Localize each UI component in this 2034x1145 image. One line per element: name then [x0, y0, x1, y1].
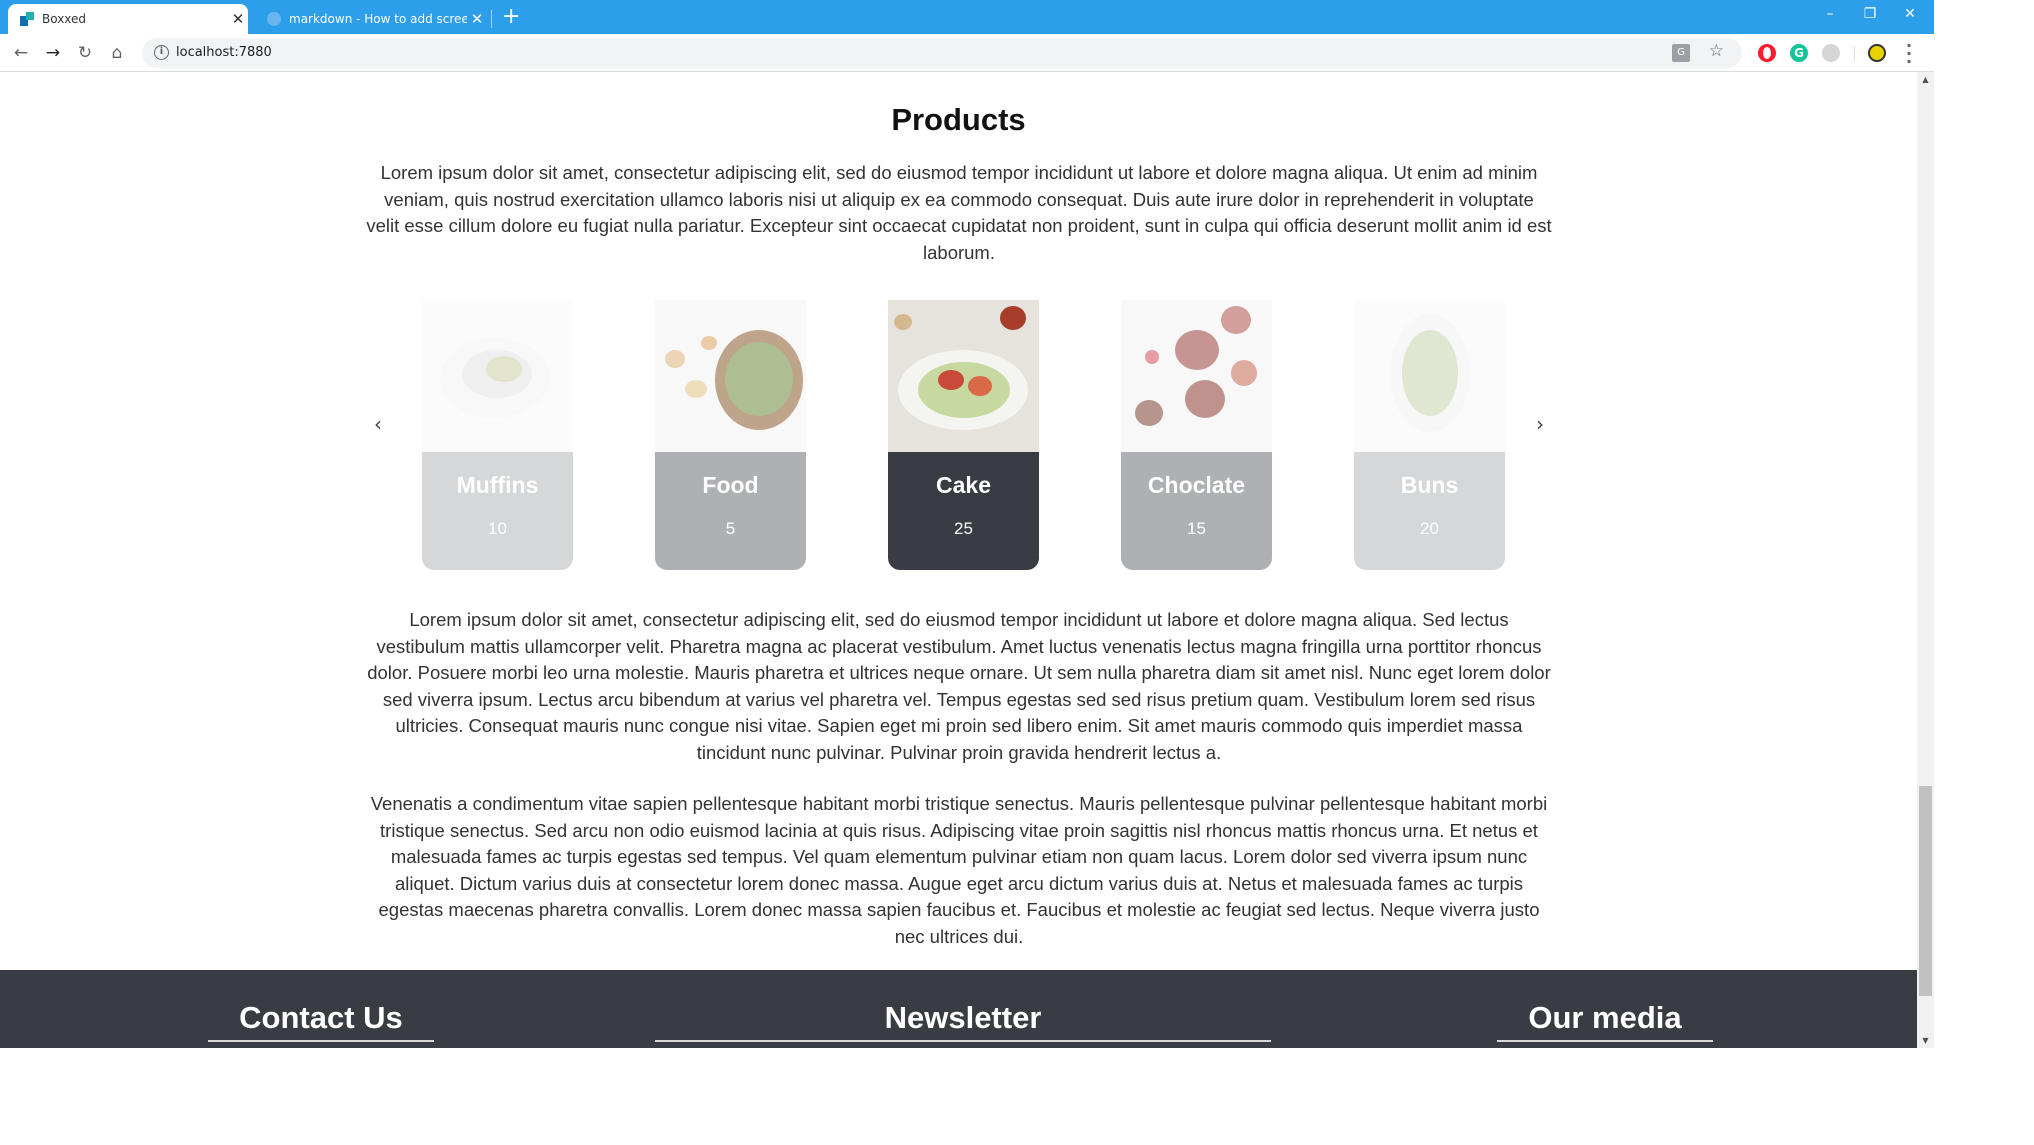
translate-icon[interactable]: G [1672, 44, 1690, 62]
product-card-choclate[interactable]: Choclate 15 [1121, 300, 1272, 570]
footer-newsletter-underline [655, 1040, 1271, 1042]
product-info: Muffins 10 [422, 452, 573, 570]
scroll-up-icon[interactable]: ▲ [1917, 75, 1934, 84]
body-paragraph-1: Lorem ipsum dolor sit amet, consectetur … [367, 609, 1551, 763]
products-carousel: ‹ Muffins 10 Food 5 Cake 25 Choclate 15 … [366, 300, 1552, 588]
address-bar: ← → ↻ ⌂ i localhost:7880 G ☆ G · · · [0, 34, 1934, 72]
new-tab-icon[interactable]: + [502, 4, 520, 30]
page-favicon-icon [267, 12, 281, 26]
bookmark-star-icon[interactable]: ☆ [1709, 41, 1724, 61]
tab-label: markdown - How to add screens [289, 12, 467, 26]
product-card-buns[interactable]: Buns 20 [1354, 300, 1505, 570]
grammarly-extension-icon[interactable]: G [1790, 44, 1808, 62]
tab-close-icon[interactable]: ✕ [467, 10, 487, 28]
product-count: 15 [1187, 519, 1206, 538]
product-name: Cake [936, 472, 991, 498]
buns-image [1354, 300, 1505, 452]
url-text[interactable]: localhost:7880 [176, 45, 272, 60]
footer-media-underline [1497, 1040, 1713, 1042]
product-info: Buns 20 [1354, 452, 1505, 570]
tab-markdown[interactable]: markdown - How to add screens ✕ [255, 4, 487, 34]
tab-boxxed[interactable]: Boxxed ✕ [8, 4, 248, 34]
product-count: 10 [488, 519, 507, 538]
body-paragraph-2: Venenatis a condimentum vitae sapien pel… [370, 793, 1548, 947]
forward-icon[interactable]: → [40, 41, 66, 65]
muffins-image [422, 300, 573, 452]
back-icon[interactable]: ← [8, 41, 34, 65]
site-info-icon[interactable]: i [154, 45, 169, 60]
product-card-food[interactable]: Food 5 [655, 300, 806, 570]
browser-window: Boxxed ✕ markdown - How to add screens ✕… [0, 0, 1934, 1048]
page-title: Products [891, 102, 1026, 137]
boxxed-favicon-icon [20, 12, 34, 26]
carousel-next-icon[interactable]: › [1528, 410, 1552, 438]
scrollbar-thumb[interactable] [1919, 786, 1932, 996]
tab-label: Boxxed [42, 12, 87, 26]
omnibox[interactable]: i localhost:7880 G ☆ [142, 38, 1742, 68]
product-count: 20 [1420, 519, 1439, 538]
reload-icon[interactable]: ↻ [72, 41, 98, 65]
cake-image [888, 300, 1039, 452]
tab-separator [491, 10, 492, 28]
choclate-image [1121, 300, 1272, 452]
product-name: Buns [1400, 472, 1459, 498]
product-info: Food 5 [655, 452, 806, 570]
carousel-prev-icon[interactable]: ‹ [366, 410, 390, 438]
product-info: Choclate 15 [1121, 452, 1272, 570]
footer-newsletter-heading: Newsletter [884, 1000, 1042, 1035]
product-count: 5 [725, 519, 736, 538]
browser-menu-icon[interactable]: · · · [1906, 38, 1912, 70]
profile-avatar-icon[interactable] [1868, 44, 1886, 62]
close-window-icon[interactable]: ✕ [1886, 0, 1934, 30]
home-icon[interactable]: ⌂ [104, 41, 130, 65]
product-name: Food [702, 472, 759, 498]
page-viewport: Products Lorem ipsum dolor sit amet, con… [0, 72, 1934, 1048]
scroll-down-icon[interactable]: ▼ [1917, 1036, 1934, 1045]
toolbar-separator [1854, 46, 1855, 62]
intro-paragraph: Lorem ipsum dolor sit amet, consectetur … [366, 162, 1552, 263]
tab-bar: Boxxed ✕ markdown - How to add screens ✕… [0, 0, 1934, 34]
food-image [655, 300, 806, 452]
product-card-muffins[interactable]: Muffins 10 [422, 300, 573, 570]
product-card-cake[interactable]: Cake 25 [888, 300, 1039, 570]
footer: Contact Us Newsletter Our media [0, 970, 1917, 1048]
footer-media-heading: Our media [1528, 1000, 1682, 1035]
opera-extension-icon[interactable] [1758, 44, 1776, 62]
extension-icon[interactable] [1822, 44, 1840, 62]
footer-contact-underline [208, 1040, 434, 1042]
product-count: 25 [954, 519, 973, 538]
product-info: Cake 25 [888, 452, 1039, 570]
product-name: Muffins [456, 472, 539, 498]
product-name: Choclate [1147, 472, 1246, 498]
tab-close-icon[interactable]: ✕ [228, 10, 248, 28]
footer-contact-heading: Contact Us [239, 1000, 403, 1035]
page-scrollbar[interactable]: ▲ ▼ [1917, 72, 1934, 1048]
